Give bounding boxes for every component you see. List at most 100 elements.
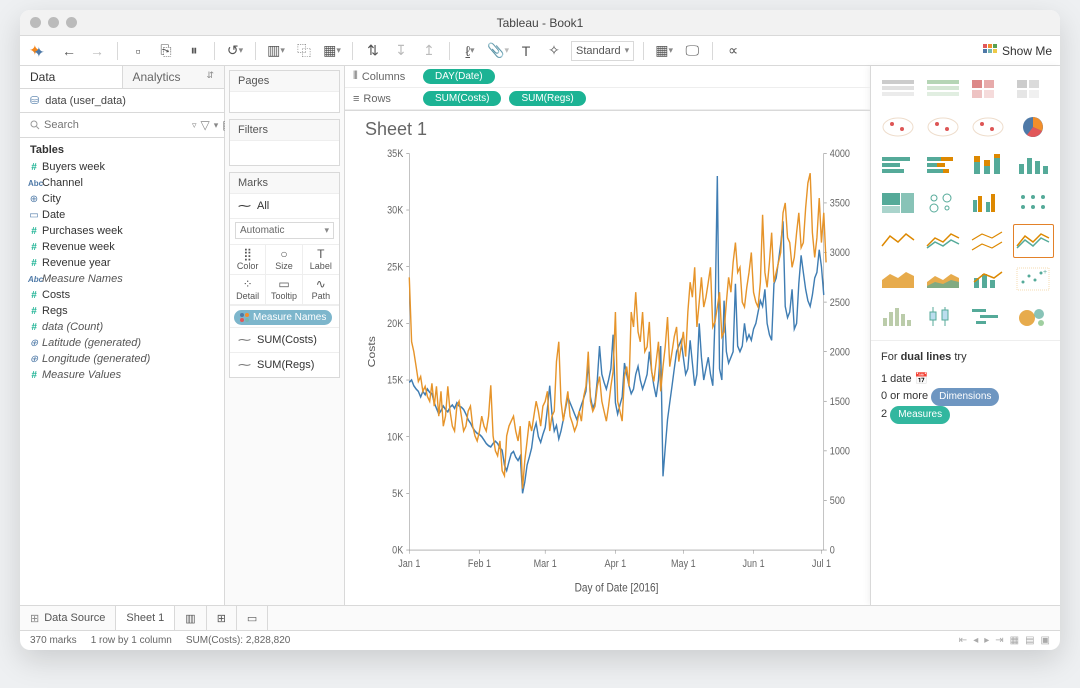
- showme-dual[interactable]: [968, 224, 1009, 258]
- chart-canvas[interactable]: 0K5K10K15K20K25K30K35K050010001500200025…: [361, 146, 864, 599]
- label-button[interactable]: T: [515, 40, 537, 62]
- marks-type-dropdown[interactable]: Automatic▾: [235, 222, 334, 239]
- field-purchases-week[interactable]: Purchases week: [20, 223, 224, 239]
- showme-vbar[interactable]: [1013, 148, 1054, 182]
- forward-button[interactable]: →: [86, 40, 108, 62]
- showme-area[interactable]: [877, 262, 918, 296]
- field-measure-names[interactable]: AbcMeasure Names: [20, 271, 224, 287]
- showme-heat[interactable]: [1013, 72, 1054, 106]
- sheet-title[interactable]: Sheet 1: [361, 117, 864, 146]
- new-story-button[interactable]: ▭: [237, 606, 268, 630]
- group-button[interactable]: 📎▾: [487, 40, 509, 62]
- showme-heat[interactable]: [968, 72, 1009, 106]
- field-revenue-year[interactable]: Revenue year: [20, 255, 224, 271]
- tab-analytics[interactable]: Analytics⇵: [123, 66, 225, 88]
- datasource-row[interactable]: ⛁ data (user_data): [20, 89, 224, 113]
- showme-table[interactable]: [877, 72, 918, 106]
- tile-icon[interactable]: ▣: [1041, 635, 1050, 646]
- field-costs[interactable]: Costs: [20, 287, 224, 303]
- showme-tree[interactable]: [877, 186, 918, 220]
- save-button[interactable]: ▫: [127, 40, 149, 62]
- showme-sbs[interactable]: [968, 186, 1009, 220]
- showme-sbar[interactable]: [968, 148, 1009, 182]
- marks-detail[interactable]: ⁘Detail: [230, 275, 266, 305]
- tab-data[interactable]: Data: [20, 66, 123, 88]
- filter-icon[interactable]: ▽: [201, 118, 210, 132]
- marks-path[interactable]: ∿Path: [303, 275, 339, 305]
- sheet-tab[interactable]: Sheet 1: [116, 606, 175, 630]
- clear-button[interactable]: ▦▾: [321, 40, 343, 62]
- share-button[interactable]: ∝: [722, 40, 744, 62]
- undo-button[interactable]: ↺▾: [224, 40, 246, 62]
- pages-card[interactable]: Pages: [229, 70, 340, 113]
- grid-icon[interactable]: ▦: [1010, 635, 1019, 646]
- duplicate-button[interactable]: ⿻: [293, 40, 315, 62]
- pill-sum-costs[interactable]: SUM(Costs): [423, 91, 501, 106]
- showme-hbar2[interactable]: [922, 148, 963, 182]
- showme-table[interactable]: [922, 72, 963, 106]
- showme-line2[interactable]: [922, 224, 963, 258]
- showme-combo[interactable]: [968, 262, 1009, 296]
- pin-button[interactable]: ✧: [543, 40, 565, 62]
- first-icon[interactable]: ⇤: [959, 635, 967, 646]
- field-measure-values[interactable]: Measure Values: [20, 367, 224, 383]
- field-date[interactable]: ▭Date: [20, 207, 224, 223]
- rows-shelf[interactable]: ≡Rows SUM(Costs) SUM(Regs): [345, 88, 870, 110]
- mark-series-costs[interactable]: SUM(Costs): [230, 327, 339, 352]
- marks-size[interactable]: ○Size: [266, 245, 302, 275]
- field-city[interactable]: ⊕City: [20, 191, 224, 207]
- new-datasource-button[interactable]: ⎘: [155, 40, 177, 62]
- marks-color[interactable]: ⣿Color: [230, 245, 266, 275]
- showme-gantt[interactable]: [968, 300, 1009, 334]
- sort-desc-button[interactable]: ↥: [418, 40, 440, 62]
- search-input[interactable]: [28, 117, 188, 133]
- fit-dropdown[interactable]: Standard▾: [571, 41, 634, 61]
- new-worksheet-button[interactable]: ▥▾: [265, 40, 287, 62]
- showme-circle[interactable]: [922, 186, 963, 220]
- showme-dualline[interactable]: [1013, 224, 1054, 258]
- pill-day-date[interactable]: DAY(Date): [423, 69, 495, 84]
- highlight-button[interactable]: ℓ▾: [459, 40, 481, 62]
- field-longitude-generated-[interactable]: ⊕Longitude (generated): [20, 351, 224, 367]
- showme-line[interactable]: [877, 224, 918, 258]
- field-revenue-week[interactable]: Revenue week: [20, 239, 224, 255]
- marks-all[interactable]: All: [230, 194, 339, 219]
- marks-card[interactable]: Marks All Automatic▾ ⣿Color○SizeTLabel⁘D…: [229, 172, 340, 378]
- back-button[interactable]: ←: [58, 40, 80, 62]
- new-dashboard-button[interactable]: ⊞: [207, 606, 237, 630]
- showme-scatter[interactable]: +: [1013, 262, 1054, 296]
- showme-pie[interactable]: [1013, 110, 1054, 144]
- mark-series-regs[interactable]: SUM(Regs): [230, 352, 339, 377]
- pill-sum-regs[interactable]: SUM(Regs): [509, 91, 585, 106]
- showme-area2[interactable]: [922, 262, 963, 296]
- measure-names-pill[interactable]: Measure Names: [234, 310, 332, 325]
- marks-label[interactable]: TLabel: [303, 245, 339, 275]
- field-buyers-week[interactable]: Buyers week: [20, 159, 224, 175]
- presentation-button[interactable]: 🖵: [681, 40, 703, 62]
- showme-hbar[interactable]: [877, 148, 918, 182]
- showme-box[interactable]: [922, 300, 963, 334]
- showme-view[interactable]: [1013, 186, 1054, 220]
- showme-map[interactable]: [922, 110, 963, 144]
- showme-bubble[interactable]: [1013, 300, 1054, 334]
- showme-map[interactable]: [968, 110, 1009, 144]
- show-cards-button[interactable]: ▦▾: [653, 40, 675, 62]
- sort-asc-button[interactable]: ↧: [390, 40, 412, 62]
- filters-card[interactable]: Filters: [229, 119, 340, 166]
- list-icon[interactable]: ▤: [1025, 635, 1034, 646]
- showme-hist[interactable]: [877, 300, 918, 334]
- showme-map[interactable]: [877, 110, 918, 144]
- prev-icon[interactable]: ◂: [973, 635, 978, 646]
- search-dropdown-icon[interactable]: ▿: [192, 120, 197, 131]
- marks-tooltip[interactable]: ▭Tooltip: [266, 275, 302, 305]
- field-regs[interactable]: Regs: [20, 303, 224, 319]
- last-icon[interactable]: ⇥: [995, 635, 1003, 646]
- pause-button[interactable]: ⏸: [183, 40, 205, 62]
- field-channel[interactable]: AbcChannel: [20, 175, 224, 191]
- field-data-count-[interactable]: data (Count): [20, 319, 224, 335]
- showme-button[interactable]: Show Me: [983, 44, 1052, 58]
- columns-shelf[interactable]: ⦀Columns DAY(Date): [345, 66, 870, 88]
- field-latitude-generated-[interactable]: ⊕Latitude (generated): [20, 335, 224, 351]
- swap-button[interactable]: ⇅: [362, 40, 384, 62]
- next-icon[interactable]: ▸: [984, 635, 989, 646]
